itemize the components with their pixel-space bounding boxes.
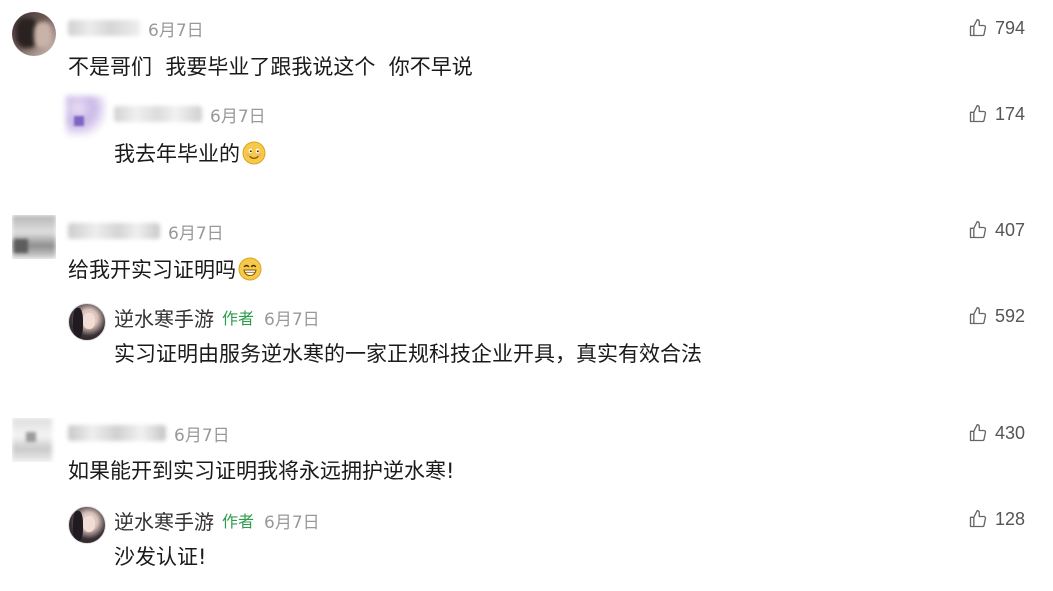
- like-button[interactable]: 174: [968, 101, 1025, 127]
- thumbs-up-icon: [969, 105, 987, 123]
- reply-text-content: 实习证明由服务逆水寒的一家正规科技企业开具，真实有效合法: [114, 342, 702, 366]
- reply-text: 沙发认证!: [114, 541, 206, 571]
- author-badge: 作者: [222, 512, 255, 531]
- like-button[interactable]: 407: [968, 217, 1025, 243]
- comment-date: 6月7日: [148, 20, 204, 41]
- comment-meta: 6月7日: [68, 15, 204, 41]
- username-blurred[interactable]: [68, 223, 160, 239]
- thumbs-up-icon: [969, 19, 987, 37]
- reply-text: 实习证明由服务逆水寒的一家正规科技企业开具，真实有效合法: [114, 338, 702, 368]
- comment-text-content: 不是哥们 我要毕业了跟我说这个 你不早说: [68, 55, 473, 79]
- comment-text: 如果能开到实习证明我将永远拥护逆水寒!: [68, 455, 454, 485]
- author-avatar[interactable]: [68, 506, 106, 544]
- thumbs-up-icon: [969, 424, 987, 442]
- like-button[interactable]: 430: [968, 420, 1025, 446]
- reply-date: 6月7日: [210, 106, 266, 127]
- username-blurred[interactable]: [68, 425, 166, 441]
- like-button[interactable]: 794: [968, 15, 1025, 41]
- reply-text-content: 我去年毕业的: [114, 142, 240, 166]
- thumbs-up-icon: [969, 221, 987, 239]
- like-count: 592: [994, 305, 1025, 326]
- author-avatar[interactable]: [68, 303, 106, 341]
- comment-date: 6月7日: [174, 425, 230, 446]
- reply-date: 6月7日: [264, 512, 320, 533]
- username-blurred[interactable]: [68, 20, 140, 36]
- thumbs-up-icon: [969, 307, 987, 325]
- comment-meta: 6月7日: [68, 218, 224, 244]
- comment-date: 6月7日: [168, 223, 224, 244]
- like-count: 430: [994, 422, 1025, 443]
- comment-text-content: 给我开实习证明吗: [68, 258, 236, 282]
- avatar[interactable]: [12, 12, 56, 56]
- thumbs-up-icon: [969, 510, 987, 528]
- like-count: 407: [994, 219, 1025, 240]
- reply-text-content: 沙发认证!: [114, 545, 207, 569]
- avatar[interactable]: [12, 215, 56, 259]
- reply-text: 我去年毕业的: [114, 138, 266, 168]
- reply-meta: 逆水寒手游 作者 6月7日: [114, 506, 320, 535]
- avatar[interactable]: [66, 96, 106, 136]
- avatar[interactable]: [12, 418, 56, 462]
- grinning-face-emoji: [238, 257, 262, 281]
- like-count: 174: [994, 103, 1025, 124]
- author-badge: 作者: [222, 309, 255, 328]
- author-name[interactable]: 逆水寒手游: [114, 506, 214, 535]
- like-button[interactable]: 128: [968, 506, 1025, 532]
- comment-text-content: 如果能开到实习证明我将永远拥护逆水寒!: [68, 459, 455, 483]
- reply-meta: 逆水寒手游 作者 6月7日: [114, 303, 320, 332]
- author-name[interactable]: 逆水寒手游: [114, 303, 214, 332]
- comment-meta: 6月7日: [68, 420, 230, 446]
- reply-date: 6月7日: [264, 309, 320, 330]
- like-count: 794: [994, 17, 1025, 38]
- reply-meta: 6月7日: [114, 101, 266, 127]
- comment-text: 不是哥们 我要毕业了跟我说这个 你不早说: [68, 51, 473, 81]
- like-count: 128: [994, 508, 1025, 529]
- smiling-face-emoji: [242, 141, 266, 165]
- username-blurred[interactable]: [114, 106, 202, 122]
- comment-text: 给我开实习证明吗: [68, 254, 262, 284]
- like-button[interactable]: 592: [968, 303, 1025, 329]
